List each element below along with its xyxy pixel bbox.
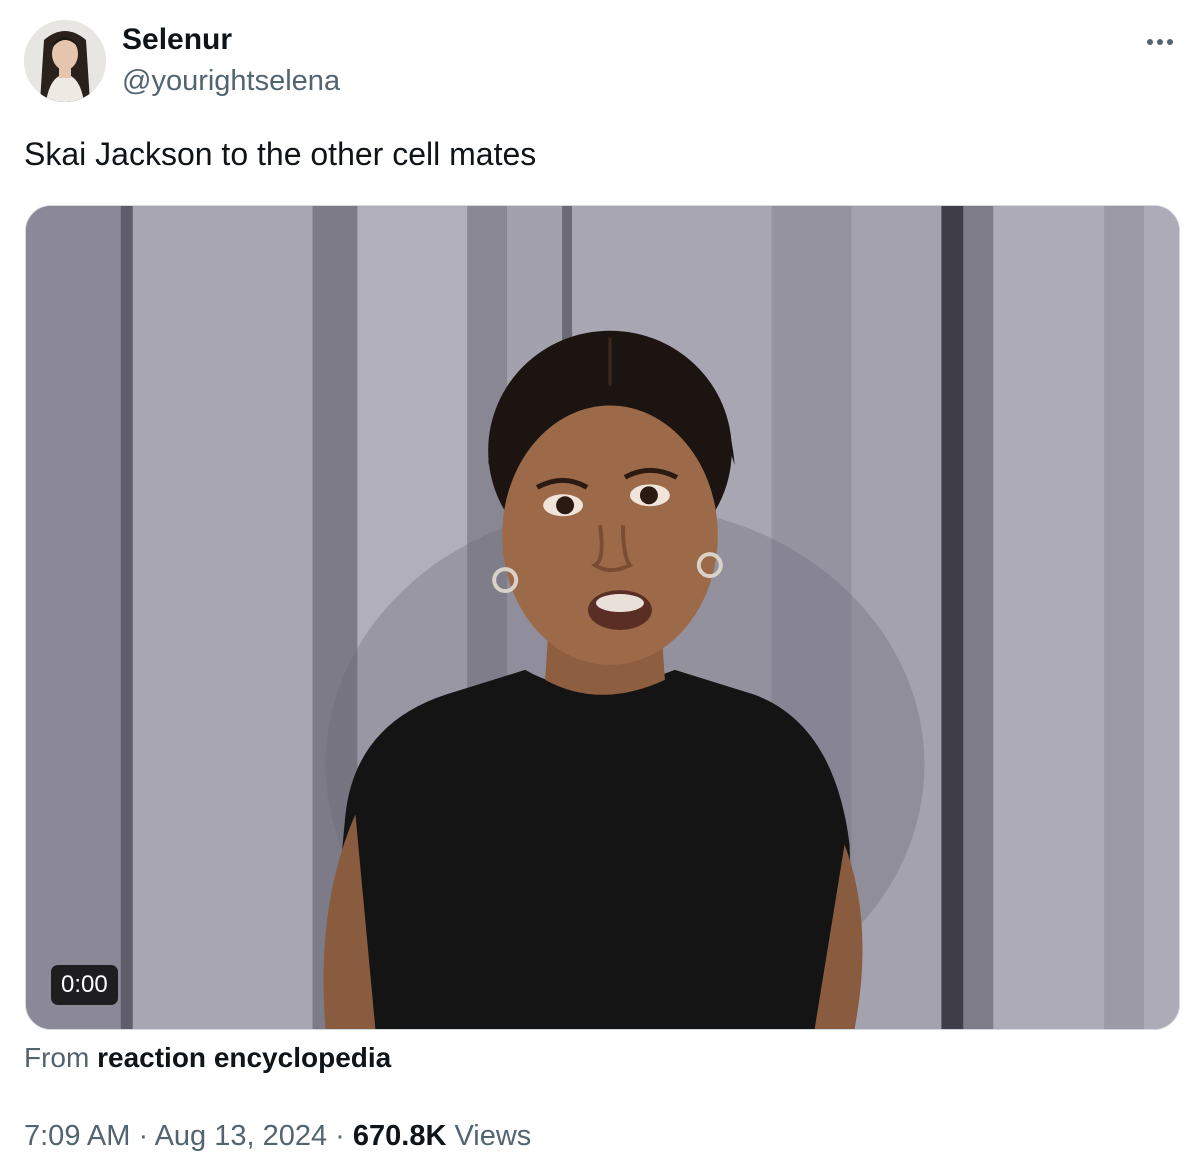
media-attribution: From reaction encyclopedia: [24, 1040, 391, 1076]
tweet-date[interactable]: Aug 13, 2024: [155, 1120, 328, 1152]
display-name[interactable]: Selenur: [122, 22, 232, 58]
avatar[interactable]: [24, 20, 106, 102]
attribution-source-link[interactable]: reaction encyclopedia: [97, 1042, 391, 1073]
attribution-prefix: From: [24, 1042, 90, 1073]
views-label: Views: [446, 1120, 532, 1152]
tweet-time[interactable]: 7:09 AM: [24, 1120, 130, 1152]
more-dot: [1157, 39, 1163, 45]
meta-separator: ·: [130, 1120, 155, 1152]
video-thumbnail: [26, 206, 1179, 1029]
meta-separator: ·: [327, 1120, 353, 1152]
more-horizontal-icon[interactable]: [1140, 30, 1180, 54]
video-player[interactable]: 0:00: [25, 205, 1180, 1030]
more-dot: [1167, 39, 1173, 45]
user-handle[interactable]: @yourightselena: [122, 64, 340, 98]
tweet-meta: 7:09 AM · Aug 13, 2024 · 670.8K Views: [24, 1118, 531, 1154]
tweet: Selenur @yourightselena Skai Jackson to …: [0, 0, 1200, 1171]
views-count: 670.8K: [352, 1120, 447, 1152]
tweet-text: Skai Jackson to the other cell mates: [24, 136, 537, 172]
video-duration-badge: 0:00: [51, 965, 118, 1005]
more-dot: [1147, 39, 1153, 45]
avatar-image: [24, 20, 106, 102]
